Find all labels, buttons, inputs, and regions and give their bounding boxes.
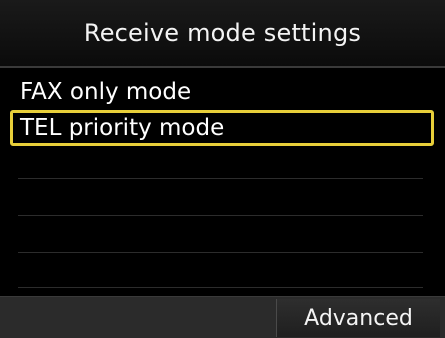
list-divider xyxy=(18,252,423,253)
title-bar: Receive mode settings xyxy=(0,0,445,68)
list-divider xyxy=(18,178,423,179)
list-divider xyxy=(18,215,423,216)
advanced-button[interactable]: Advanced xyxy=(276,299,440,337)
lcd-screen: Receive mode settings FAX only mode TEL … xyxy=(0,0,445,338)
page-title: Receive mode settings xyxy=(83,19,362,47)
soft-key-bar: Advanced xyxy=(0,296,445,338)
list-divider xyxy=(18,287,423,288)
menu-item-tel-priority-mode[interactable]: TEL priority mode xyxy=(10,110,434,146)
menu-item-fax-only-mode[interactable]: FAX only mode xyxy=(10,74,434,110)
